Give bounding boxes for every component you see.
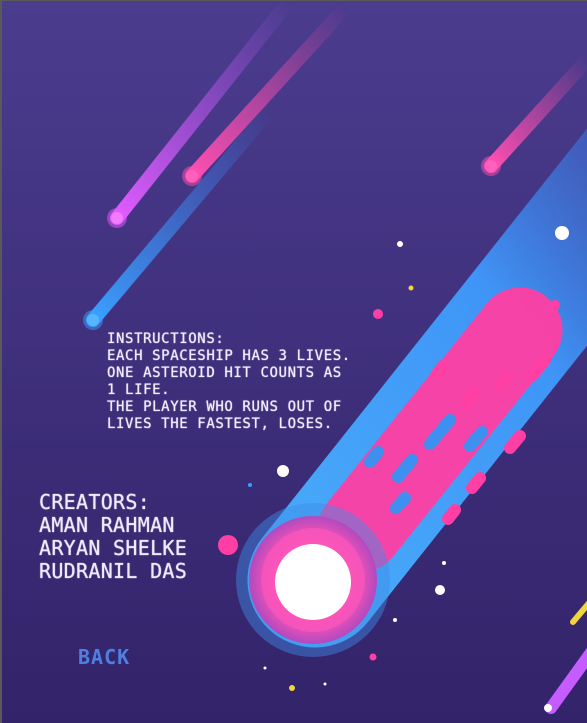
- instructions-panel: INSTRUCTIONS: EACH SPACESHIP HAS 3 LIVES…: [107, 331, 407, 433]
- instructions-line: 1 LIFE.: [107, 382, 171, 398]
- instructions-line: THE PLAYER WHO RUNS OUT OF: [107, 399, 342, 415]
- creators-heading: CREATORS:: [39, 490, 151, 514]
- creator-name: ARYAN SHELKE: [39, 536, 188, 560]
- creators-panel: CREATORS: AMAN RAHMAN ARYAN SHELKE RUDRA…: [39, 491, 187, 583]
- creator-name: RUDRANIL DAS: [39, 559, 188, 583]
- instructions-heading: INSTRUCTIONS:: [107, 331, 225, 347]
- creator-name: AMAN RAHMAN: [39, 513, 175, 537]
- instructions-line: LIVES THE FASTEST, LOSES.: [107, 416, 333, 432]
- instructions-line: ONE ASTEROID HIT COUNTS AS: [107, 365, 342, 381]
- instructions-line: EACH SPACESHIP HAS 3 LIVES.: [107, 348, 351, 364]
- back-button[interactable]: BACK: [74, 643, 134, 671]
